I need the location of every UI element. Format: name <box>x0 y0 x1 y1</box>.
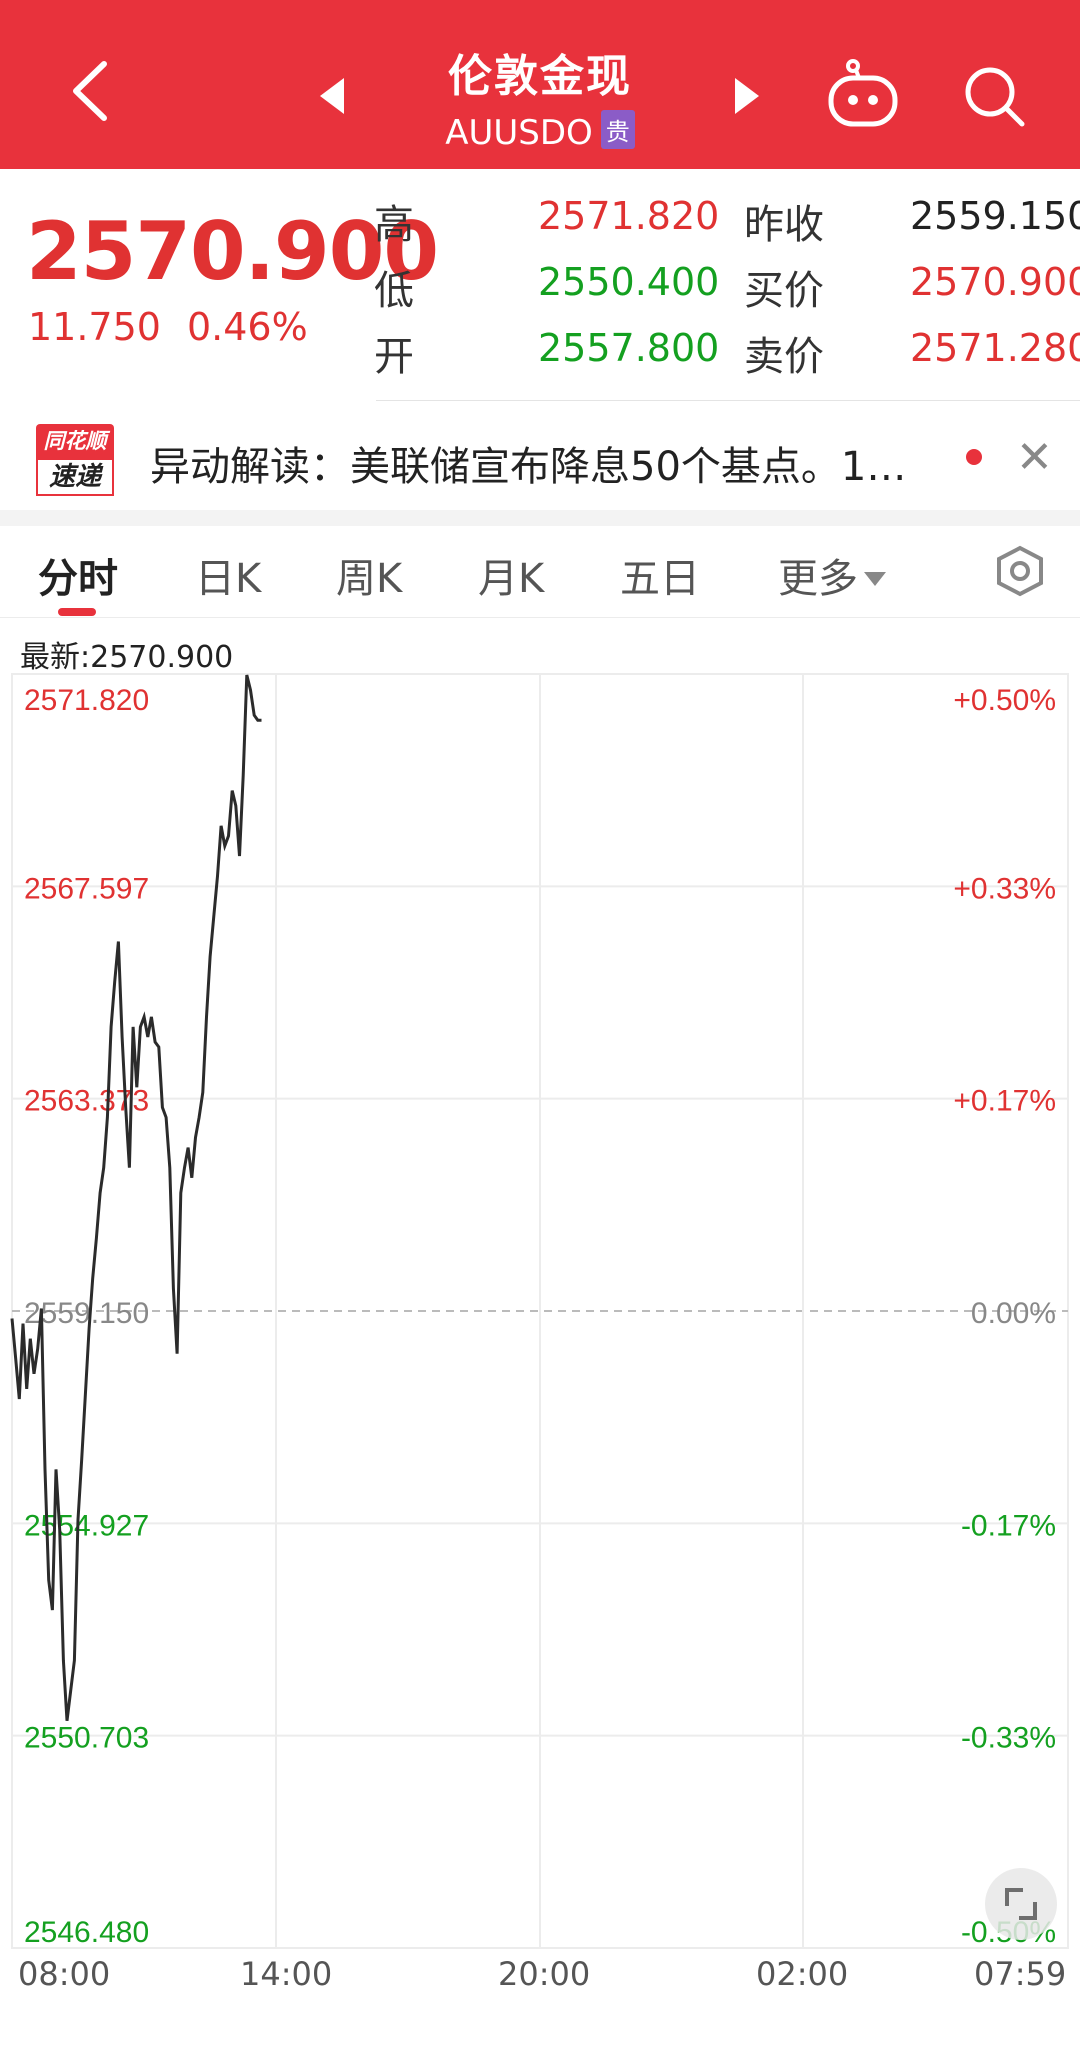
y-tick-label-right: +0.17% <box>953 1085 1056 1118</box>
price-change-row: 11.750 0.46% <box>28 305 334 349</box>
high-label: 高 <box>374 202 414 248</box>
y-tick-label-left: 2546.480 <box>24 1916 149 1949</box>
chart-tabs: 分时 日K 周K 月K 五日 更多 <box>0 526 1080 618</box>
caret-down-icon <box>864 572 886 586</box>
news-strip[interactable]: 同花顺 速递 异动解读：美联储宣布降息50个基点。1… <box>0 410 1080 510</box>
quote-divider <box>376 400 1080 401</box>
tab-monthly-k[interactable]: 月K <box>478 546 544 604</box>
open-label: 开 <box>374 334 414 380</box>
tab-more-label: 更多 <box>778 556 858 602</box>
y-tick-label-left: 2571.820 <box>24 684 149 717</box>
tab-more[interactable]: 更多 <box>778 546 886 604</box>
close-icon[interactable]: ✕ <box>1016 432 1053 483</box>
open-value: 2557.800 <box>538 326 720 370</box>
prev-close-value: 2559.150 <box>910 194 1080 238</box>
section-separator <box>0 510 1080 526</box>
tab-daily-k[interactable]: 日K <box>195 546 261 604</box>
unread-dot-icon <box>966 449 982 465</box>
y-tick-label-right: 0.00% <box>971 1297 1056 1330</box>
expand-icon <box>1005 1888 1037 1920</box>
news-source-logo: 同花顺 速递 <box>36 424 114 496</box>
search-icon[interactable] <box>962 64 1026 128</box>
bid-label: 买价 <box>744 268 824 314</box>
instrument-code: AUUSDO <box>445 113 593 153</box>
robot-assistant-icon[interactable] <box>825 58 901 130</box>
y-tick-label-right: +0.33% <box>953 872 1056 905</box>
price-change: 11.750 <box>28 305 161 349</box>
x-tick-label: 08:00 <box>18 1955 111 1993</box>
settings-hexagon-icon[interactable] <box>995 545 1045 597</box>
low-label: 低 <box>374 268 414 314</box>
y-tick-label-left: 2550.703 <box>24 1722 149 1755</box>
instrument-name: 伦敦金现 <box>448 51 632 102</box>
y-tick-label-left: 2567.597 <box>24 872 149 905</box>
news-headline[interactable]: 异动解读：美联储宣布降息50个基点。1… <box>150 434 906 492</box>
prev-close-label: 昨收 <box>744 202 824 248</box>
y-tick-label-right: -0.33% <box>961 1722 1056 1755</box>
tab-weekly-k[interactable]: 周K <box>336 546 402 604</box>
tab-five-day[interactable]: 五日 <box>620 546 700 604</box>
fullscreen-button[interactable] <box>985 1868 1057 1940</box>
price-series-line <box>10 674 262 1721</box>
low-value: 2550.400 <box>538 260 720 304</box>
x-tick-label: 07:59 <box>974 1955 1067 1993</box>
active-tab-indicator <box>58 608 96 616</box>
market-badge: 贵 <box>600 110 635 149</box>
y-tick-label-right: -0.17% <box>961 1509 1056 1542</box>
x-tick-label: 02:00 <box>756 1955 849 1993</box>
tab-intraday[interactable]: 分时 <box>38 546 118 604</box>
bid-value: 2570.900 <box>910 260 1080 304</box>
instrument-code-row: AUUSDO 贵 <box>0 110 1080 153</box>
y-tick-label-left: 2554.927 <box>24 1509 149 1542</box>
top-bar: 伦敦金现 AUUSDO 贵 <box>0 0 1080 169</box>
price-change-pct: 0.46% <box>186 305 308 349</box>
high-value: 2571.820 <box>538 194 720 238</box>
ask-value: 2571.280 <box>910 326 1080 370</box>
x-tick-label: 20:00 <box>498 1955 591 1993</box>
intraday-chart[interactable]: 2571.820 +0.50%2567.597 +0.33%2563.373 +0.1… <box>0 660 1080 1955</box>
x-tick-label: 14:00 <box>240 1955 333 1993</box>
y-tick-label-right: +0.50% <box>953 684 1056 717</box>
news-logo-bottom: 速递 <box>36 458 114 496</box>
news-logo-top: 同花顺 <box>43 429 107 453</box>
ask-label: 卖价 <box>744 334 824 380</box>
next-instrument-icon[interactable] <box>735 78 759 114</box>
